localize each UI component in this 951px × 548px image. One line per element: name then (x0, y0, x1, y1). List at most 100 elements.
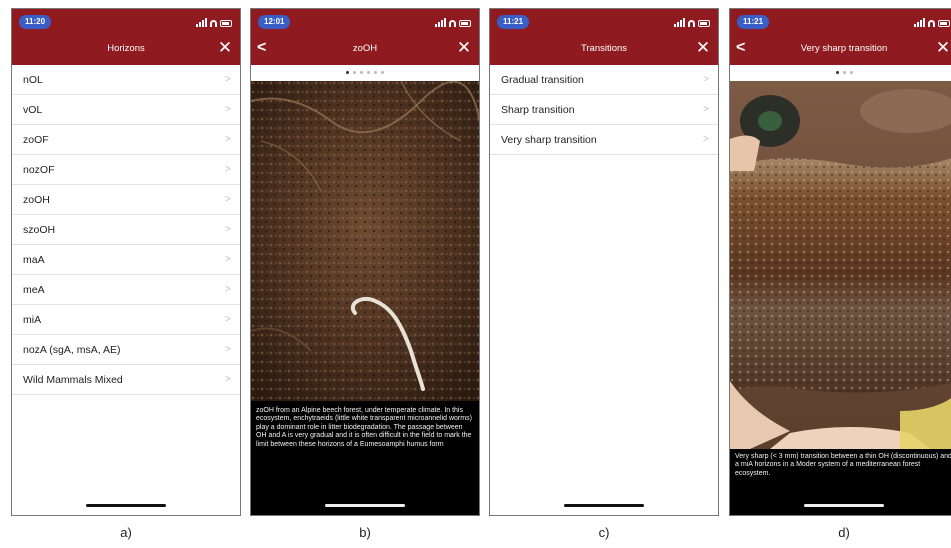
list-item[interactable]: zoOF > (12, 125, 240, 155)
page-dot (835, 71, 839, 74)
status-icons (914, 17, 950, 27)
chevron-right-icon: > (225, 374, 231, 385)
page-title: zoOH (352, 43, 378, 54)
nav-header: 11:21 Transitions ✕ (490, 9, 718, 65)
chevron-right-icon: > (703, 104, 709, 115)
photo-caption: zoOH from an Alpine beech forest, under … (256, 407, 472, 448)
home-indicator[interactable] (86, 504, 166, 507)
list-item[interactable]: vOL > (12, 95, 240, 125)
page-indicator[interactable] (251, 71, 479, 74)
chevron-right-icon: > (225, 254, 231, 265)
battery-icon (459, 20, 471, 27)
close-icon[interactable]: ✕ (935, 39, 951, 56)
page-dot (842, 71, 846, 74)
nav-header: 12:01 < zoOH ✕ (251, 9, 479, 65)
list-item[interactable]: nozOF > (12, 155, 240, 185)
photo-caption: Very sharp (< 3 mm) transition between a… (735, 453, 951, 477)
nav-header: 11:21 < Very sharp transition ✕ (730, 9, 951, 65)
chevron-right-icon: > (225, 74, 231, 85)
page-dot (346, 71, 349, 74)
wifi-icon (449, 20, 456, 27)
status-time: 11:21 (497, 15, 530, 29)
list-item[interactable]: Gradual transition > (490, 65, 718, 95)
list-item[interactable]: nozA (sgA, msA, AE) > (12, 335, 240, 365)
page-title: Horizons (107, 43, 145, 54)
figure-label: c) (598, 525, 610, 540)
list-item-label: Gradual transition (501, 74, 584, 86)
phone-screen-horizons: 11:20 Horizons ✕ nOL > vOL > zoOF > nozOF > … (11, 8, 241, 516)
status-icons (435, 17, 471, 27)
battery-icon (938, 20, 950, 27)
wifi-icon (928, 20, 935, 27)
page-dot (353, 71, 356, 74)
chevron-right-icon: > (703, 134, 709, 145)
list-item[interactable]: Very sharp transition > (490, 125, 718, 155)
list-item[interactable]: zoOH > (12, 185, 240, 215)
list-item-label: Wild Mammals Mixed (23, 374, 123, 386)
list-item-label: zoOH (23, 194, 50, 206)
page-title: Transitions (580, 43, 628, 54)
list-item-label: Sharp transition (501, 104, 575, 116)
wifi-icon (688, 20, 695, 27)
nav-header: 11:20 Horizons ✕ (12, 9, 240, 65)
list-item-label: maA (23, 254, 45, 266)
chevron-right-icon: > (225, 284, 231, 295)
chevron-right-icon: > (225, 224, 231, 235)
close-icon[interactable]: ✕ (456, 39, 472, 56)
status-icons (674, 17, 710, 27)
status-time: 11:20 (19, 15, 52, 29)
list-item[interactable]: miA > (12, 305, 240, 335)
list-item-label: nOL (23, 74, 43, 86)
chevron-right-icon: > (225, 134, 231, 145)
page-indicator[interactable] (730, 71, 951, 74)
signal-icon (914, 18, 925, 27)
list-item[interactable]: meA > (12, 275, 240, 305)
chevron-right-icon: > (225, 104, 231, 115)
chevron-right-icon: > (225, 194, 231, 205)
phone-screen-very-sharp-transition: 11:21 < Very sharp transition ✕ Very sha… (729, 8, 951, 516)
list-item[interactable]: szoOH > (12, 215, 240, 245)
page-dot (360, 71, 363, 74)
list-item-label: nozOF (23, 164, 55, 176)
back-chevron-icon[interactable]: < (257, 40, 271, 56)
page-dot (367, 71, 370, 74)
list-item[interactable]: Sharp transition > (490, 95, 718, 125)
signal-icon (674, 18, 685, 27)
battery-icon (220, 20, 232, 27)
wifi-icon (210, 20, 217, 27)
page-title: Very sharp transition (800, 43, 888, 54)
list-item[interactable]: maA > (12, 245, 240, 275)
list-item-label: zoOF (23, 134, 49, 146)
soil-photo[interactable] (251, 81, 479, 401)
status-time: 12:01 (258, 15, 291, 29)
status-time: 11:21 (737, 15, 770, 29)
figure-label: d) (838, 525, 850, 540)
signal-icon (196, 18, 207, 27)
chevron-right-icon: > (703, 74, 709, 85)
close-icon[interactable]: ✕ (695, 39, 711, 56)
chevron-right-icon: > (225, 164, 231, 175)
list-item-label: meA (23, 284, 45, 296)
home-indicator[interactable] (804, 504, 884, 507)
back-chevron-icon[interactable]: < (736, 40, 750, 56)
page-dot (849, 71, 853, 74)
soil-photo[interactable] (730, 81, 951, 449)
list-item-label: szoOH (23, 224, 56, 236)
home-indicator[interactable] (564, 504, 644, 507)
phone-screen-zooh: 12:01 < zoOH ✕ zoOH from an Alpine beech… (250, 8, 480, 516)
close-icon[interactable]: ✕ (217, 39, 233, 56)
page-dot (381, 71, 384, 74)
figure-label: a) (120, 525, 132, 540)
list-item-label: nozA (sgA, msA, AE) (23, 344, 121, 356)
page-dot (374, 71, 377, 74)
home-indicator[interactable] (325, 504, 405, 507)
signal-icon (435, 18, 446, 27)
list-item-label: miA (23, 314, 42, 326)
list-item-label: vOL (23, 104, 43, 116)
horizon-list: nOL > vOL > zoOF > nozOF > zoOH > szoOH > maA >… (12, 65, 240, 395)
list-item[interactable]: Wild Mammals Mixed > (12, 365, 240, 395)
transition-list: Gradual transition > Sharp transition > Ve… (490, 65, 718, 155)
battery-icon (698, 20, 710, 27)
list-item-label: Very sharp transition (501, 134, 597, 146)
list-item[interactable]: nOL > (12, 65, 240, 95)
